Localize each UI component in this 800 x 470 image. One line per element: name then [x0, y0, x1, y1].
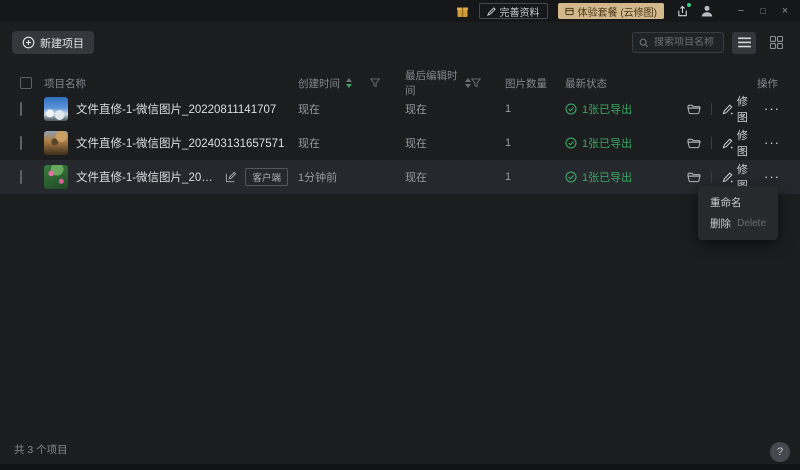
created-time: 1分钟前: [298, 169, 370, 185]
user-avatar-icon[interactable]: [700, 4, 714, 18]
header-created-time[interactable]: 创建时间: [298, 76, 370, 91]
new-project-button[interactable]: 新建项目: [12, 31, 94, 54]
filter-created-icon[interactable]: [370, 78, 405, 88]
retouch-label: 修图: [737, 127, 754, 159]
header-created-label: 创建时间: [298, 76, 340, 91]
more-actions-button[interactable]: ···: [764, 138, 780, 148]
complete-profile-button[interactable]: 完善资料: [479, 3, 548, 19]
project-count-label: 共 3 个项目: [14, 442, 68, 457]
project-thumbnail: [44, 97, 68, 121]
help-button[interactable]: ?: [770, 442, 790, 462]
window-controls: − □ ×: [730, 0, 796, 22]
rename-pencil-icon[interactable]: [225, 171, 237, 183]
row-checkbox[interactable]: [20, 170, 22, 184]
filter-last-edited-icon[interactable]: [471, 78, 505, 88]
grid-view-toggle[interactable]: [764, 32, 788, 54]
more-actions-button[interactable]: ···: [764, 172, 780, 182]
list-view-toggle[interactable]: [732, 32, 756, 54]
last-edited-time: 现在: [405, 135, 471, 151]
retouch-pen-icon: [722, 172, 733, 183]
plus-circle-icon: [22, 36, 35, 49]
sort-created-icon[interactable]: [346, 78, 352, 88]
notification-dot: [686, 2, 692, 8]
header-status: 最新状态: [565, 76, 687, 91]
retouch-button[interactable]: 修图: [722, 127, 754, 159]
bottom-edge: [0, 464, 800, 470]
header-last-edited[interactable]: 最后编辑时间: [405, 68, 471, 98]
toolbar-right: [632, 32, 788, 54]
rename-label: 重命名: [710, 195, 742, 210]
header-project-name: 项目名称: [44, 76, 298, 91]
gift-icon[interactable]: [456, 5, 469, 18]
divider: [711, 171, 712, 183]
search-icon: [639, 38, 649, 48]
new-project-label: 新建项目: [40, 35, 84, 51]
pencil-icon: [487, 7, 496, 16]
delete-shortcut: Delete: [737, 218, 766, 229]
table-row[interactable]: 文件直修-1-微信图片_202403131657571 现在 现在 1 1张已导…: [0, 126, 800, 160]
image-count: 1: [505, 137, 565, 149]
divider: [711, 103, 712, 115]
delete-label: 删除: [710, 216, 731, 231]
table-header: 项目名称 创建时间 最后编辑时间 图片数量 最新状态 操作: [0, 68, 800, 92]
table-row[interactable]: 文件直修-1-微信图片_20220811141707 现在 现在 1 1张已导出…: [0, 92, 800, 126]
experience-package-label: 体验套餐 (云修图): [578, 4, 657, 19]
retouch-button[interactable]: 修图: [722, 93, 754, 125]
open-folder-icon[interactable]: [687, 137, 701, 149]
created-time: 现在: [298, 101, 370, 117]
header-image-count: 图片数量: [505, 76, 565, 91]
retouch-pen-icon: [722, 104, 733, 115]
status-badge: 1张已导出: [582, 169, 632, 185]
divider: [711, 137, 712, 149]
open-folder-icon[interactable]: [687, 171, 701, 183]
check-circle-icon: [565, 137, 577, 149]
row-checkbox[interactable]: [20, 102, 22, 116]
maximize-button[interactable]: □: [752, 0, 774, 22]
status-badge: 1张已导出: [582, 101, 632, 117]
project-name: 文件直修-1-微信图片_202403131657571: [76, 135, 284, 151]
project-name: 文件直修-1-微信图片_20220811141707: [76, 101, 276, 117]
source-badge: 客户端: [245, 168, 288, 186]
project-thumbnail: [44, 131, 68, 155]
retouch-label: 修图: [737, 93, 754, 125]
more-actions-button[interactable]: ···: [764, 104, 780, 114]
app-window: 完善资料 体验套餐 (云修图) − □ × 新建项目: [0, 0, 800, 470]
check-circle-icon: [565, 171, 577, 183]
minimize-button[interactable]: −: [730, 0, 752, 22]
search-input[interactable]: [654, 37, 717, 48]
status-badge: 1张已导出: [582, 135, 632, 151]
close-button[interactable]: ×: [774, 0, 796, 22]
image-count: 1: [505, 171, 565, 183]
share-export-icon[interactable]: [674, 3, 690, 19]
titlebar: 完善资料 体验套餐 (云修图) − □ ×: [0, 0, 800, 22]
menu-item-delete[interactable]: 删除 Delete: [698, 213, 778, 234]
project-thumbnail: [44, 165, 68, 189]
header-last-edited-label: 最后编辑时间: [405, 68, 459, 98]
select-all-checkbox[interactable]: [20, 77, 32, 89]
check-circle-icon: [565, 103, 577, 115]
image-count: 1: [505, 103, 565, 115]
header-actions: 操作: [687, 76, 800, 91]
search-box: [632, 32, 724, 53]
retouch-pen-icon: [722, 138, 733, 149]
experience-package-button[interactable]: 体验套餐 (云修图): [558, 3, 664, 19]
last-edited-time: 现在: [405, 101, 471, 117]
open-folder-icon[interactable]: [687, 103, 701, 115]
complete-profile-label: 完善资料: [500, 4, 540, 19]
last-edited-time: 现在: [405, 169, 471, 185]
created-time: 现在: [298, 135, 370, 151]
project-name: 文件直修-1-微信图片_20220707170443: [76, 169, 217, 185]
row-checkbox[interactable]: [20, 136, 22, 150]
table-row[interactable]: 文件直修-1-微信图片_20220707170443 客户端 1分钟前 现在 1…: [0, 160, 800, 194]
row-context-menu: 重命名 删除 Delete: [698, 186, 778, 240]
toolbar: 新建项目: [0, 22, 800, 62]
membership-card-icon: [565, 7, 574, 16]
menu-item-rename[interactable]: 重命名: [698, 192, 778, 213]
